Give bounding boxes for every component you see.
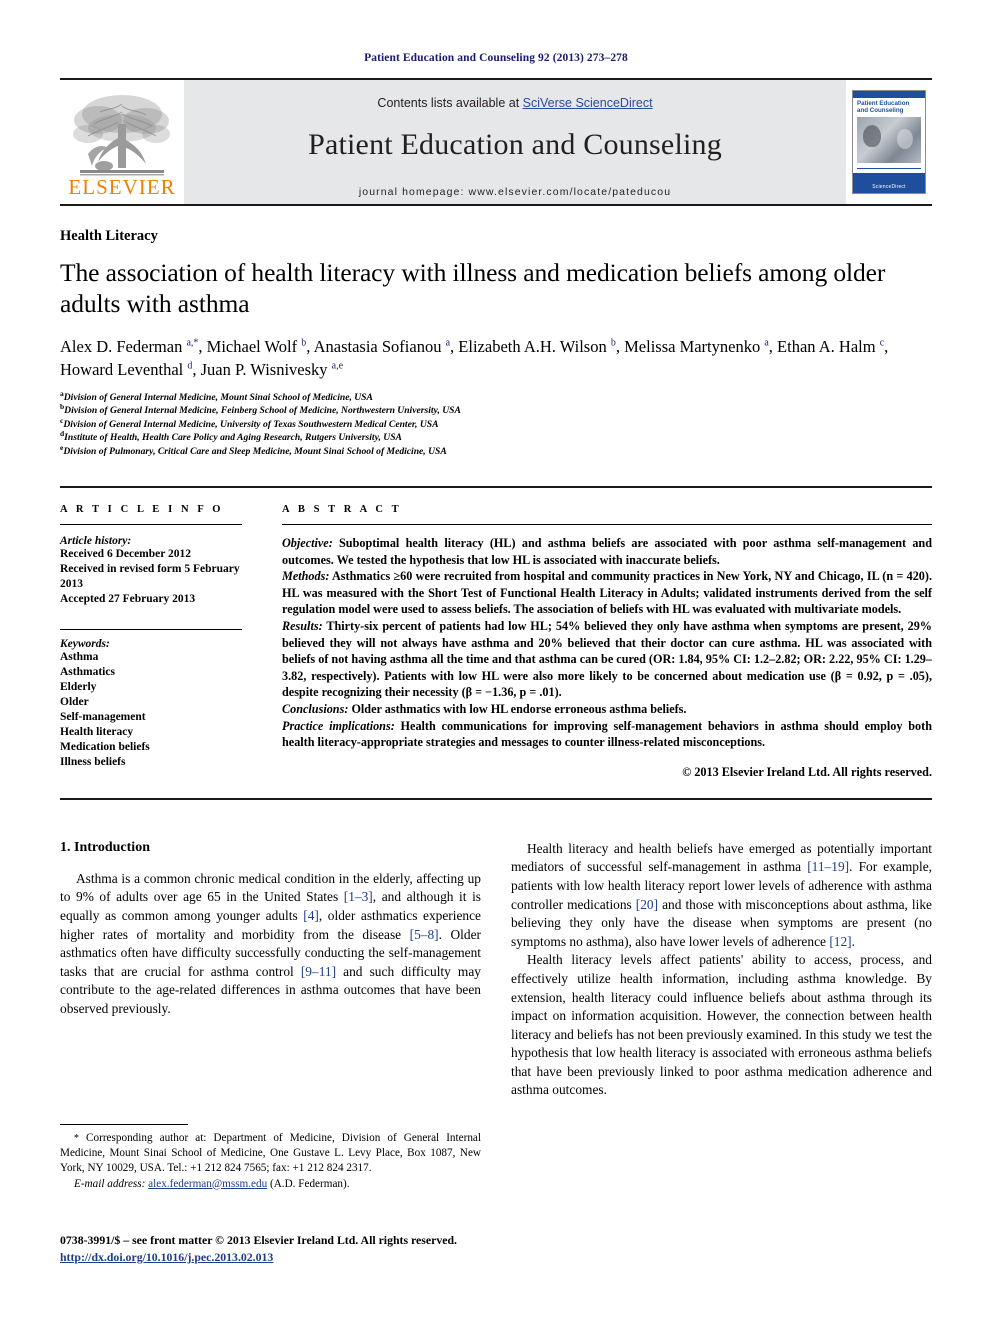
- article-info-column: A R T I C L E I N F O Article history: R…: [60, 504, 266, 780]
- corresponding-author-footnote: * Corresponding author at: Department of…: [60, 1124, 481, 1192]
- abstract-methods: Methods: Asthmatics ≥60 were recruited f…: [282, 568, 932, 618]
- abstract-results-text: Thirty-six percent of patients had low H…: [282, 619, 932, 700]
- journal-title: Patient Education and Counseling: [308, 128, 722, 161]
- article-info-rule: [60, 524, 242, 526]
- affiliation-text: Institute of Health, Health Care Policy …: [64, 432, 402, 444]
- affiliation-list: aDivision of General Internal Medicine, …: [60, 390, 932, 458]
- masthead-center: Contents lists available at SciVerse Sci…: [184, 80, 846, 204]
- body-column-left: 1. Introduction Asthma is a common chron…: [60, 840, 481, 1100]
- journal-cover-block: Patient Education and Counseling Science…: [846, 80, 932, 204]
- abstract-heading: A B S T R A C T: [282, 504, 402, 516]
- elsevier-tree-logo: ELSEVIER: [68, 95, 175, 199]
- svg-text:ELSEVIER: ELSEVIER: [68, 175, 175, 199]
- article-history-item: Received in revised form 5 February 2013: [60, 563, 240, 591]
- abstract-objective-label: Objective:: [282, 536, 333, 551]
- cover-title: Patient Education and Counseling: [857, 100, 910, 114]
- body-column-right: Health literacy and health beliefs have …: [511, 840, 932, 1100]
- abstract-results-label: Results:: [282, 619, 323, 633]
- contents-available-line: Contents lists available at SciVerse Sci…: [184, 96, 846, 110]
- journal-masthead: ELSEVIER Contents lists available at Sci…: [60, 78, 932, 204]
- abstract-band: A R T I C L E I N F O Article history: R…: [60, 486, 932, 800]
- author-email-link[interactable]: alex.federman@mssm.edu: [148, 1178, 267, 1190]
- citation-ref[interactable]: [1–3]: [344, 889, 373, 904]
- footnote-email-label: E-mail address:: [74, 1177, 146, 1190]
- affiliation-item: dInstitute of Health, Health Care Policy…: [60, 430, 932, 444]
- citation-ref[interactable]: [11–19]: [807, 859, 849, 874]
- introduction-paragraph: Health literacy levels affect patients' …: [511, 952, 932, 1098]
- introduction-paragraph: Asthma is a common chronic medical condi…: [60, 870, 481, 1016]
- abstract-copyright: © 2013 Elsevier Ireland Ltd. All rights …: [682, 764, 932, 779]
- cover-footer-band: [853, 173, 925, 193]
- affiliation-item: aDivision of General Internal Medicine, …: [60, 390, 932, 404]
- colophon-copyright-line: 0738-3991/$ – see front matter © 2013 El…: [60, 1233, 457, 1247]
- paper-page: Patient Education and Counseling 92 (201…: [0, 0, 992, 1323]
- citation-ref[interactable]: [12]: [829, 934, 851, 949]
- colophon: 0738-3991/$ – see front matter © 2013 El…: [60, 1232, 530, 1266]
- body-columns: 1. Introduction Asthma is a common chron…: [60, 840, 932, 1100]
- citation-ref[interactable]: [4]: [303, 908, 319, 923]
- introduction-heading: 1. Introduction: [60, 839, 150, 855]
- author-list: Alex D. Federman a,*, Michael Wolf b, An…: [60, 337, 889, 379]
- keyword-item: Asthmatics: [60, 666, 115, 679]
- running-head: Patient Education and Counseling 92 (201…: [364, 52, 628, 64]
- abstract-objective-text: Suboptimal health literacy (HL) and asth…: [282, 536, 932, 567]
- article-header: Health Literacy The association of healt…: [60, 206, 932, 458]
- keyword-item: Self-management: [60, 711, 146, 724]
- citation-ref[interactable]: [9–11]: [301, 964, 336, 979]
- cover-photo: [857, 117, 921, 163]
- article-history-item: Accepted 27 February 2013: [60, 593, 196, 606]
- affiliation-text: Division of Pulmonary, Critical Care and…: [63, 445, 447, 457]
- keyword-item: Illness beliefs: [60, 756, 126, 769]
- abstract-methods-label: Methods:: [282, 569, 330, 584]
- sciencedirect-link[interactable]: SciVerse ScienceDirect: [523, 96, 653, 110]
- keyword-item: Elderly: [60, 681, 97, 694]
- affiliation-item: cDivision of General Internal Medicine, …: [60, 416, 932, 431]
- footnote-text: * Corresponding author at: Department of…: [60, 1131, 481, 1177]
- abstract-column: A B S T R A C T Objective: Suboptimal he…: [266, 504, 932, 780]
- footnote-address: Corresponding author at: Department of M…: [60, 1132, 481, 1175]
- keyword-item: Asthma: [60, 651, 99, 664]
- article-history-item: Received 6 December 2012: [60, 548, 192, 561]
- introduction-paragraph: Health literacy and health beliefs have …: [511, 840, 932, 949]
- contents-prefix: Contents lists available at: [377, 96, 523, 110]
- article-history-label: Article history:: [60, 535, 132, 548]
- doi-link[interactable]: http://dx.doi.org/10.1016/j.pec.2013.02.…: [60, 1250, 273, 1264]
- article-section-kicker: Health Literacy: [60, 228, 158, 244]
- keywords-label: Keywords:: [60, 638, 110, 651]
- publisher-logo-block: ELSEVIER: [60, 80, 184, 204]
- article-info-heading: A R T I C L E I N F O: [60, 504, 224, 516]
- abstract-body: Objective: Suboptimal health literacy (H…: [282, 535, 932, 751]
- citation-ref[interactable]: [5–8]: [410, 927, 439, 942]
- keywords-rule: [60, 629, 242, 631]
- keyword-item: Health literacy: [60, 726, 134, 739]
- abstract-conclusions-text: Older asthmatics with low HL endorse err…: [348, 701, 687, 716]
- keywords-block: Keywords: Asthma Asthmatics Elderly Olde…: [60, 629, 242, 770]
- citation-ref[interactable]: [20]: [636, 897, 658, 912]
- footnote-email-suffix: (A.D. Federman).: [267, 1177, 350, 1190]
- journal-cover-thumbnail: Patient Education and Counseling Science…: [852, 90, 926, 194]
- affiliation-text: Division of General Internal Medicine, F…: [64, 405, 461, 417]
- keyword-item: Medication beliefs: [60, 741, 150, 754]
- affiliation-text: Division of General Internal Medicine, U…: [63, 418, 439, 430]
- cover-rule: [857, 168, 921, 169]
- journal-homepage-line[interactable]: journal homepage: www.elsevier.com/locat…: [184, 186, 846, 198]
- abstract-implications: Practice implications: Health communicat…: [282, 718, 932, 751]
- footnote-rule: [60, 1124, 188, 1125]
- footnote-email-line: E-mail address: alex.federman@mssm.edu (…: [60, 1177, 481, 1192]
- abstract-rule: [282, 524, 932, 526]
- affiliation-text: Division of General Internal Medicine, M…: [63, 392, 373, 403]
- abstract-conclusions-label: Conclusions:: [282, 701, 349, 716]
- abstract-objective: Objective: Suboptimal health literacy (H…: [282, 535, 932, 568]
- keyword-item: Older: [60, 696, 89, 709]
- cover-footer-text: ScienceDirect: [872, 184, 906, 190]
- affiliation-item: bDivision of General Internal Medicine, …: [60, 403, 932, 417]
- cover-top-band: [853, 91, 925, 98]
- affiliation-item: eDivision of Pulmonary, Critical Care an…: [60, 443, 932, 458]
- abstract-conclusions: Conclusions: Older asthmatics with low H…: [282, 701, 932, 718]
- article-title: The association of health literacy with …: [60, 258, 886, 318]
- abstract-implications-label: Practice implications:: [282, 718, 395, 733]
- abstract-results: Results: Thirty-six percent of patients …: [282, 618, 932, 701]
- abstract-methods-text: Asthmatics ≥60 were recruited from hospi…: [282, 569, 932, 617]
